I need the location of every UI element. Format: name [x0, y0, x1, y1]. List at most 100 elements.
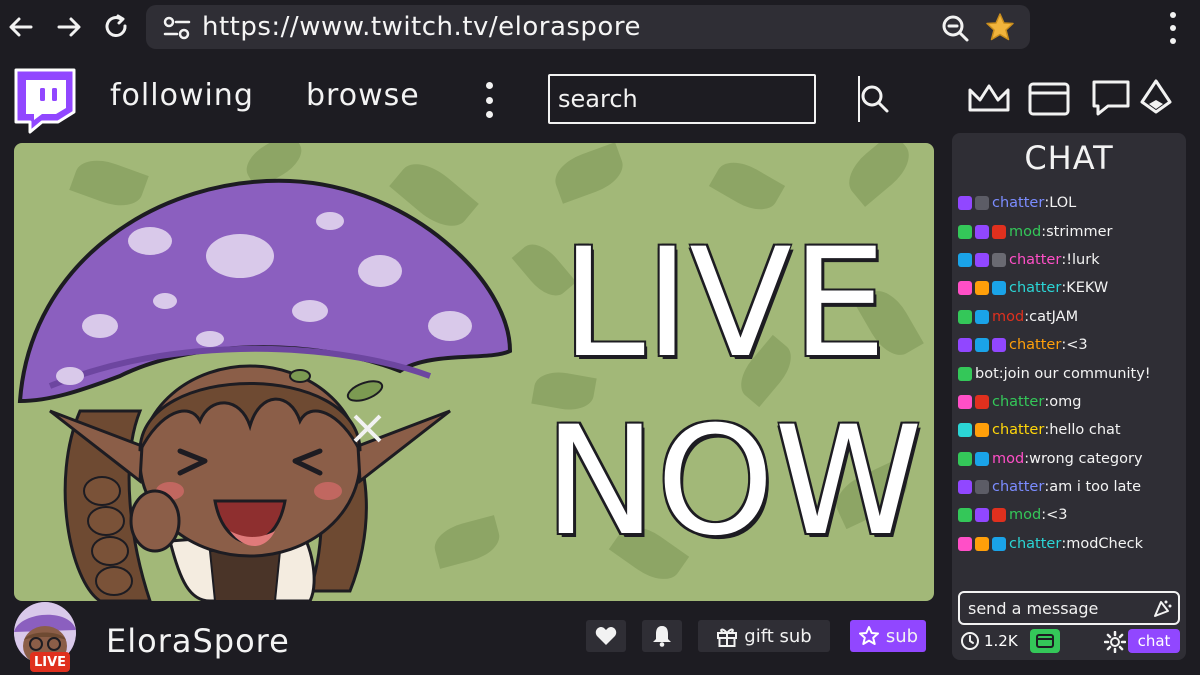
chat-badge-icon[interactable]: [992, 338, 1006, 353]
chat-badge-icon[interactable]: [958, 224, 972, 239]
chat-message-text: LOL: [1049, 195, 1077, 212]
reload-icon[interactable]: [100, 10, 134, 44]
chat-message-text: hello chat: [1049, 422, 1121, 439]
bell-icon: [653, 626, 671, 647]
chat-badge-icon[interactable]: [992, 281, 1006, 296]
site-header: following browse: [0, 58, 1200, 138]
live-badge: LIVE: [30, 652, 70, 672]
chat-badge-icon[interactable]: [958, 309, 972, 324]
site-settings-icon[interactable]: [162, 15, 192, 45]
chat-badge-icon[interactable]: [958, 281, 972, 296]
channel-points-icon[interactable]: [1030, 629, 1060, 653]
subscribe-button[interactable]: sub: [850, 620, 926, 652]
chat-badge-icon[interactable]: [975, 508, 989, 523]
follow-button[interactable]: [586, 620, 626, 652]
chat-badge-icon[interactable]: [975, 480, 989, 495]
chat-badge-icon[interactable]: [958, 423, 972, 438]
chat-username[interactable]: chatter: [1009, 337, 1061, 353]
chat-badge-icon[interactable]: [958, 196, 972, 211]
chat-badge-icon[interactable]: [958, 394, 972, 409]
viewer-count-icon: [961, 632, 979, 650]
live-now-overlay: LIVE NOW: [544, 215, 923, 571]
overlay-line-live: LIVE: [561, 217, 887, 391]
chat-badge-icon[interactable]: [958, 338, 972, 353]
back-arrow-icon[interactable]: [4, 10, 38, 44]
chat-badge-icon[interactable]: [958, 451, 972, 466]
chat-username[interactable]: mod: [1009, 224, 1041, 240]
nav-browse[interactable]: browse: [306, 78, 420, 113]
chat-input[interactable]: [958, 591, 1180, 625]
chat-username[interactable]: chatter: [992, 422, 1044, 438]
chat-message: chatter: KEKW: [958, 274, 1184, 302]
chat-message-text: modCheck: [1066, 535, 1144, 552]
settings-gear-icon[interactable]: [1104, 631, 1126, 653]
chat-message-text: omg: [1049, 393, 1082, 410]
nav-following[interactable]: following: [110, 78, 254, 113]
bookmark-star-icon[interactable]: [984, 11, 1016, 47]
chat-message-text: strimmer: [1046, 223, 1113, 240]
chat-badge-icon[interactable]: [958, 480, 972, 495]
chat-message: chatter: hello chat: [958, 416, 1184, 444]
chat-badge-icon[interactable]: [958, 252, 972, 267]
chat-badge-icon[interactable]: [992, 224, 1006, 239]
overlay-line-now: NOW: [544, 395, 923, 569]
inbox-icon[interactable]: [1026, 78, 1072, 118]
chat-username[interactable]: chatter: [992, 479, 1044, 495]
chat-username[interactable]: mod: [1009, 507, 1041, 523]
gift-sub-button[interactable]: gift sub: [698, 620, 830, 652]
chat-message-text: am i too late: [1049, 479, 1142, 496]
emote-picker-icon[interactable]: [1152, 598, 1172, 622]
chat-badge-icon[interactable]: [958, 508, 972, 523]
streamer-name[interactable]: EloraSpore: [106, 622, 290, 660]
chat-username[interactable]: chatter: [1009, 252, 1061, 268]
chat-username[interactable]: chatter: [992, 195, 1044, 211]
chat-username[interactable]: chatter: [1009, 536, 1061, 552]
chat-badge-icon[interactable]: [992, 536, 1006, 551]
chat-badge-icon[interactable]: [975, 451, 989, 466]
chat-badge-icon[interactable]: [958, 536, 972, 551]
chat-badge-icon[interactable]: [975, 281, 989, 296]
forward-arrow-icon[interactable]: [52, 10, 86, 44]
chat-badge-icon[interactable]: [975, 394, 989, 409]
zoom-out-icon[interactable]: [940, 13, 970, 47]
bits-icon[interactable]: [1138, 78, 1174, 118]
url-text[interactable]: https://www.twitch.tv/eloraspore: [202, 12, 641, 42]
chat-username[interactable]: chatter: [992, 394, 1044, 410]
whispers-icon[interactable]: [1088, 78, 1134, 118]
chat-badge-icon[interactable]: [958, 366, 972, 381]
search-input[interactable]: [550, 76, 858, 122]
chat-badge-icon[interactable]: [975, 196, 989, 211]
address-bar[interactable]: https://www.twitch.tv/eloraspore: [146, 5, 1030, 49]
heart-icon: [595, 627, 617, 645]
chat-badge-icon[interactable]: [975, 536, 989, 551]
chat-send-button[interactable]: chat: [1128, 629, 1180, 653]
chat-badge-icon[interactable]: [975, 309, 989, 324]
chat-username[interactable]: bot: [975, 366, 999, 382]
chat-message-text: join our community!: [1003, 365, 1151, 382]
search-icon: [861, 85, 889, 113]
chat-message: chatter: LOL: [958, 189, 1184, 217]
chat-badge-icon[interactable]: [975, 338, 989, 353]
twitch-logo[interactable]: [12, 66, 78, 136]
chat-username[interactable]: chatter: [1009, 280, 1061, 296]
chat-badge-icon[interactable]: [992, 508, 1006, 523]
more-menu-icon[interactable]: [482, 82, 496, 118]
prime-crown-icon[interactable]: [966, 78, 1012, 118]
chat-badge-icon[interactable]: [975, 224, 989, 239]
chat-message: chatter: <3: [958, 331, 1184, 359]
chat-badge-icon[interactable]: [975, 252, 989, 267]
search-button[interactable]: [858, 76, 890, 122]
chat-title: CHAT: [1024, 139, 1114, 177]
sub-label: sub: [885, 625, 919, 647]
notifications-button[interactable]: [642, 620, 682, 652]
chat-message: chatter: am i too late: [958, 473, 1184, 501]
chat-badge-icon[interactable]: [992, 252, 1006, 267]
chat-username[interactable]: mod: [992, 309, 1024, 325]
chat-message-text: wrong category: [1029, 450, 1143, 467]
chat-username[interactable]: mod: [992, 451, 1024, 467]
chat-message: chatter: !lurk: [958, 246, 1184, 274]
chat-badge-icon[interactable]: [975, 423, 989, 438]
video-player[interactable]: LIVE NOW: [14, 143, 934, 601]
chat-panel: CHAT chatter: LOL mod: strimmer chatter: !…: [952, 133, 1186, 660]
browser-menu-icon[interactable]: [1160, 8, 1186, 48]
